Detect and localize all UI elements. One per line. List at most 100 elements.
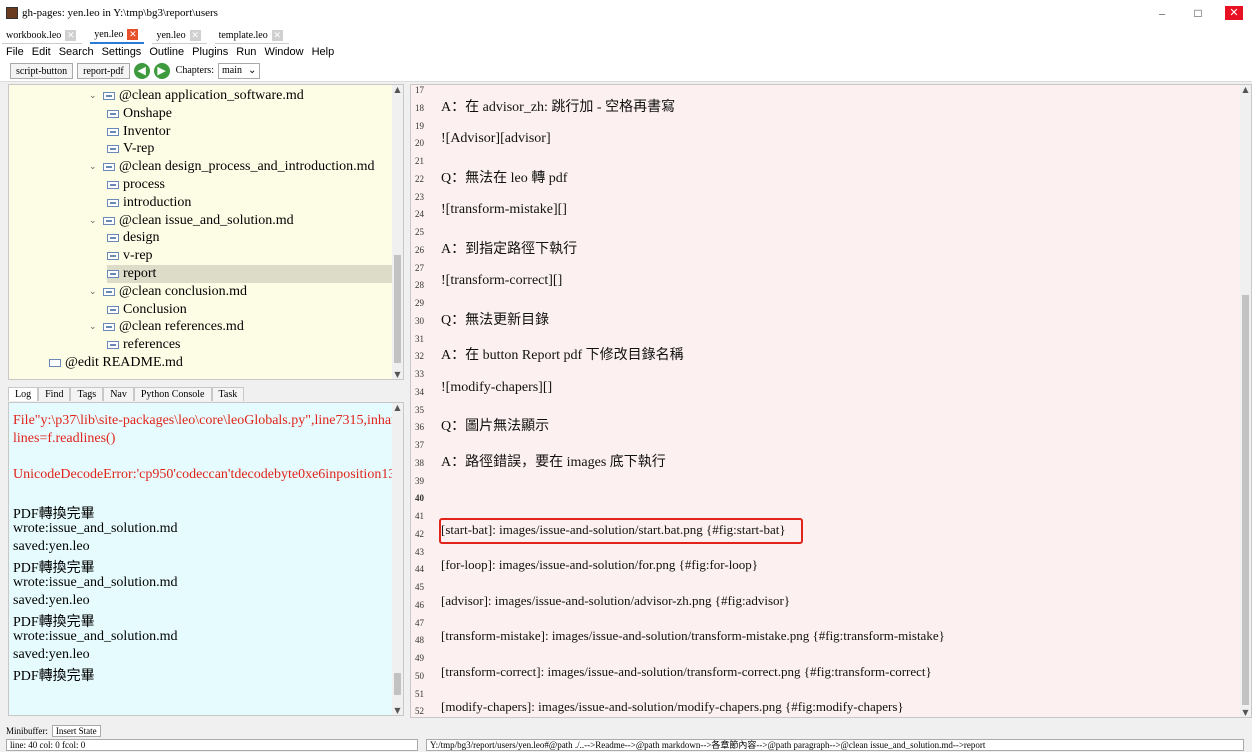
body-editor[interactable]: 17 18 19 20 21 22 23 24 25 26 27 28 29 30 31 32 33 34 35 36…	[410, 84, 1252, 718]
tab-close-icon[interactable]: ✕	[271, 30, 283, 41]
tab-close-icon[interactable]: ✕	[127, 29, 139, 40]
body-scrollbar[interactable]: ▲ ▼	[1240, 85, 1251, 717]
scroll-down-icon[interactable]: ▼	[1241, 708, 1250, 717]
outline-node[interactable]: ⌄ @clean design_process_and_introduction.…	[89, 158, 375, 176]
log-line: PDF轉換完畢	[13, 561, 95, 576]
log-pane[interactable]: File"y:\p37\lib\site-packages\leo\core\l…	[8, 402, 404, 716]
line-number: 22	[415, 173, 424, 184]
cursor-position: line: 40 col: 0 fcol: 0	[6, 739, 418, 751]
expand-arrow-icon[interactable]: ⌄	[89, 322, 103, 332]
node-path: Y:/tmp/bg3/report/users/yen.leo#@path ./…	[426, 739, 1244, 751]
menu-edit[interactable]: Edit	[32, 46, 51, 58]
back-arrow-icon[interactable]: ◀	[133, 62, 150, 79]
scrollbar-thumb[interactable]	[394, 673, 401, 695]
minimize-button[interactable]: –	[1144, 0, 1180, 26]
body-line[interactable]: [for-loop]: images/issue-and-solution/fo…	[441, 557, 758, 573]
body-line[interactable]: [advisor]: images/issue-and-solution/adv…	[441, 593, 790, 609]
node-icon	[107, 234, 119, 243]
line-number: 23	[415, 191, 424, 202]
tab-close-icon[interactable]: ✕	[189, 30, 201, 41]
forward-arrow-icon[interactable]: ▶	[153, 62, 170, 79]
log-scrollbar[interactable]: ▲ ▼	[392, 403, 403, 715]
chapters-select[interactable]: main ⌄	[217, 62, 261, 79]
scrollbar-thumb[interactable]	[394, 255, 401, 363]
body-line[interactable]: ![transform-correct][]	[441, 273, 562, 289]
body-line[interactable]: A：路徑錯誤，要在 images 底下執行	[441, 451, 666, 471]
outline-node[interactable]: process	[107, 176, 165, 194]
outline-node[interactable]: v-rep	[107, 247, 153, 265]
minibuffer-input[interactable]: Insert State	[51, 725, 101, 737]
scroll-up-icon[interactable]: ▲	[1241, 85, 1250, 94]
chevron-down-icon: ⌄	[247, 64, 257, 76]
scroll-up-icon[interactable]: ▲	[393, 403, 402, 412]
outline-node[interactable]: report	[107, 265, 397, 283]
body-line[interactable]: [modify-chapers]: images/issue-and-solut…	[441, 699, 904, 715]
body-line[interactable]: Q：圖片無法顯示	[441, 415, 549, 435]
body-line[interactable]: A：在 button Report pdf 下修改目錄名稱	[441, 344, 684, 364]
outline-node[interactable]: Inventor	[107, 123, 170, 141]
tab-log[interactable]: Log	[8, 387, 39, 401]
outline-node[interactable]: design	[107, 229, 160, 247]
outline-node[interactable]: Onshape	[107, 105, 172, 123]
tab-close-icon[interactable]: ✕	[65, 30, 77, 41]
report-pdf-button[interactable]: report-pdf	[77, 62, 130, 79]
outline-node[interactable]: introduction	[107, 194, 191, 212]
body-line[interactable]: [transform-correct]: images/issue-and-so…	[441, 664, 932, 680]
expand-arrow-icon[interactable]: ⌄	[89, 216, 103, 226]
tab-tags[interactable]: Tags	[70, 387, 104, 401]
body-line[interactable]: A：在 advisor_zh: 跳行加 - 空格再書寫	[441, 96, 675, 116]
body-line[interactable]: [transform-mistake]: images/issue-and-so…	[441, 628, 945, 644]
scroll-down-icon[interactable]: ▼	[393, 706, 402, 715]
close-button[interactable]: ✕	[1216, 0, 1252, 26]
body-line[interactable]: ![modify-chapers][]	[441, 380, 552, 396]
expand-arrow-icon[interactable]: ⌄	[89, 162, 103, 172]
outline-node[interactable]: V-rep	[107, 140, 154, 158]
outline-pane[interactable]: ⌄ @clean application_software.md Onshape In…	[8, 84, 404, 380]
outline-node[interactable]: ⌄ @clean issue_and_solution.md	[89, 212, 294, 230]
outline-node[interactable]: ⌄ @clean references.md	[89, 318, 244, 336]
menu-help[interactable]: Help	[312, 46, 335, 58]
tab-yen[interactable]: yen.leo ✕	[152, 29, 207, 44]
tab-nav[interactable]: Nav	[103, 387, 134, 401]
body-line[interactable]: ![Advisor][advisor]	[441, 131, 551, 147]
menu-search[interactable]: Search	[59, 46, 94, 58]
script-button[interactable]: script-button	[10, 62, 74, 79]
menu-outline[interactable]: Outline	[149, 46, 184, 58]
outline-node[interactable]: ⌄ @clean conclusion.md	[89, 283, 247, 301]
outline-node[interactable]: references	[107, 336, 181, 354]
tab-yen-active[interactable]: yen.leo ✕	[90, 28, 145, 44]
leo-app-icon	[6, 7, 18, 19]
line-number: 33	[415, 369, 424, 379]
outline-node[interactable]: ⌄ @clean application_software.md	[89, 87, 304, 105]
menu-window[interactable]: Window	[264, 46, 303, 58]
body-line[interactable]: A：到指定路徑下執行	[441, 238, 577, 258]
menu-run[interactable]: Run	[236, 46, 256, 58]
tab-python-console[interactable]: Python Console	[133, 387, 212, 401]
outline-node[interactable]: @edit README.md	[49, 354, 183, 372]
chapters-value: main	[221, 64, 242, 76]
tab-task[interactable]: Task	[211, 387, 245, 401]
line-number: 51	[415, 688, 424, 699]
line-number: 30	[415, 315, 424, 326]
menu-settings[interactable]: Settings	[102, 46, 142, 58]
menu-plugins[interactable]: Plugins	[192, 46, 228, 58]
line-number: 45	[415, 582, 424, 592]
expand-arrow-icon[interactable]: ⌄	[89, 91, 103, 101]
body-line[interactable]: ![transform-mistake][]	[441, 202, 567, 218]
scrollbar-thumb[interactable]	[1242, 295, 1249, 705]
node-icon	[103, 163, 115, 172]
outline-scrollbar[interactable]: ▲ ▼	[392, 85, 403, 379]
tab-workbook[interactable]: workbook.leo ✕	[2, 29, 83, 44]
scroll-up-icon[interactable]: ▲	[393, 85, 402, 94]
tab-label: yen.leo	[156, 30, 186, 41]
maximize-button[interactable]: □	[1180, 0, 1216, 26]
tab-find[interactable]: Find	[38, 387, 71, 401]
outline-node[interactable]: Conclusion	[107, 301, 187, 319]
menu-file[interactable]: File	[6, 46, 24, 58]
tab-template[interactable]: template.leo ✕	[214, 29, 289, 44]
scroll-down-icon[interactable]: ▼	[393, 370, 402, 379]
line-number: 52	[415, 706, 424, 717]
body-line[interactable]: Q：無法在 leo 轉 pdf	[441, 167, 567, 187]
body-line[interactable]: Q：無法更新目錄	[441, 309, 549, 329]
expand-arrow-icon[interactable]: ⌄	[89, 287, 103, 297]
